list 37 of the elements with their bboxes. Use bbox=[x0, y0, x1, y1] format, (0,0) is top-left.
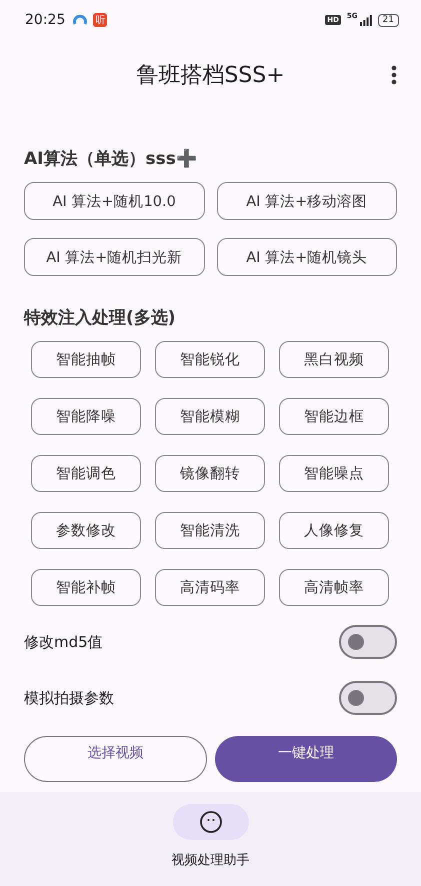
effect-option[interactable]: 智能降噪 bbox=[31, 398, 141, 435]
effect-option[interactable]: 智能清洗 bbox=[155, 512, 265, 549]
effect-option[interactable]: 镜像翻转 bbox=[155, 455, 265, 492]
status-time: 20:25 bbox=[25, 12, 66, 28]
app-title: 鲁班搭档SSS+ bbox=[136, 62, 285, 90]
more-options-icon[interactable] bbox=[391, 65, 397, 85]
signal-icon bbox=[360, 14, 372, 26]
app-notification-icon: 听 bbox=[93, 13, 108, 27]
effect-option[interactable]: 智能抽帧 bbox=[31, 341, 141, 378]
effect-option[interactable]: 黑白视频 bbox=[279, 341, 389, 378]
face-icon bbox=[198, 810, 222, 834]
select-video-button[interactable]: 选择视频 bbox=[24, 736, 206, 782]
algorithm-option[interactable]: AI 算法+随机扫光新 bbox=[24, 238, 204, 276]
section-heading: 特效注入处理(多选) bbox=[24, 307, 177, 329]
algorithm-option[interactable]: AI 算法+移动溶图 bbox=[216, 182, 397, 220]
switch-label: 修改md5值 bbox=[24, 632, 103, 652]
app-ring-icon bbox=[73, 13, 88, 27]
nav-label[interactable]: 视频处理助手 bbox=[172, 851, 250, 869]
algorithm-option[interactable]: AI 算法+随机镜头 bbox=[216, 238, 397, 276]
switch-label: 模拟拍摄参数 bbox=[24, 688, 114, 708]
effect-option[interactable]: 高清帧率 bbox=[279, 569, 389, 606]
effect-option[interactable]: 智能噪点 bbox=[279, 455, 389, 492]
effect-option[interactable]: 智能调色 bbox=[31, 455, 141, 492]
effect-option[interactable]: 智能模糊 bbox=[155, 398, 265, 435]
effect-option[interactable]: 智能边框 bbox=[279, 398, 389, 435]
effect-option[interactable]: 智能锐化 bbox=[155, 341, 265, 378]
effect-option[interactable]: 人像修复 bbox=[279, 512, 389, 549]
toggle-switch[interactable] bbox=[339, 681, 397, 715]
battery-indicator: 21 bbox=[378, 14, 399, 26]
effect-option[interactable]: 智能补帧 bbox=[31, 569, 141, 606]
effect-option[interactable]: 高清码率 bbox=[155, 569, 265, 606]
algorithm-option[interactable]: AI 算法+随机10.0 bbox=[24, 182, 204, 220]
effect-option[interactable]: 参数修改 bbox=[31, 512, 141, 549]
toggle-switch[interactable] bbox=[339, 625, 397, 659]
process-button[interactable]: 一键处理 bbox=[214, 736, 397, 782]
nav-tab-indicator[interactable] bbox=[172, 804, 248, 840]
section-heading: AI算法（单选）sss➕ bbox=[24, 148, 198, 170]
